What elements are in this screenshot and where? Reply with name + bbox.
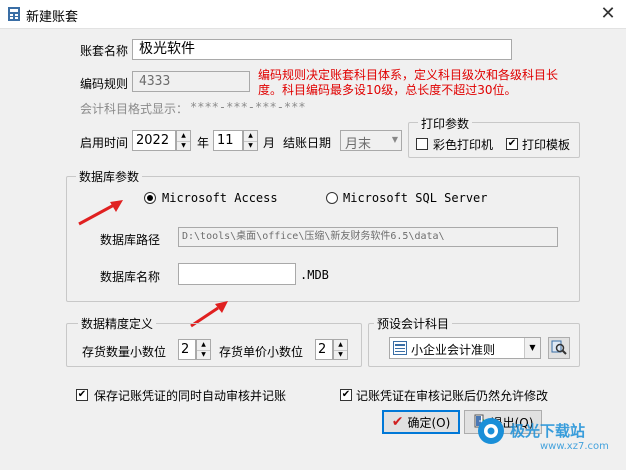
- print-params-title: 打印参数: [418, 115, 473, 132]
- db-name-input[interactable]: [178, 263, 296, 285]
- auto-audit-checkbox[interactable]: ✔: [76, 389, 88, 401]
- closing-date-label: 结账日期: [283, 136, 332, 150]
- watermark-brand: 极光下载站: [510, 422, 586, 440]
- qty-decimal-input[interactable]: 2: [178, 339, 196, 360]
- list-icon: [393, 341, 407, 355]
- price-decimal-spinner[interactable]: ▲ ▼: [333, 339, 348, 360]
- sql-server-label: Microsoft SQL Server: [343, 191, 488, 205]
- db-path-input[interactable]: D:\tools\桌面\office\压缩\新友财务软件6.5\data\: [178, 227, 558, 247]
- spin-down-icon[interactable]: ▼: [197, 350, 210, 360]
- access-label: Microsoft Access: [162, 191, 278, 205]
- chevron-down-icon[interactable]: ▼: [524, 338, 540, 358]
- start-time-label: 启用时间: [80, 136, 129, 150]
- year-unit: 年: [197, 136, 210, 150]
- app-icon: [6, 6, 22, 22]
- access-radio[interactable]: [144, 192, 156, 204]
- db-name-label: 数据库名称: [100, 270, 161, 284]
- browse-subjects-button[interactable]: [548, 337, 570, 359]
- checkmark-icon: ✔: [391, 414, 404, 430]
- allow-modify-label: 记账凭证在审核记账后仍然允许修改: [356, 389, 549, 403]
- print-template-checkbox[interactable]: ✔: [506, 138, 518, 150]
- coding-rule-label: 编码规则: [80, 77, 129, 91]
- price-decimal-label: 存货单价小数位: [219, 345, 304, 359]
- format-value: ****-***-***-***: [190, 100, 306, 114]
- coding-rule-input[interactable]: 4333: [132, 71, 250, 92]
- magnifier-icon: [551, 339, 567, 358]
- account-name-input[interactable]: 极光软件: [132, 39, 512, 60]
- color-printer-checkbox[interactable]: [416, 138, 428, 150]
- year-spinner[interactable]: ▲ ▼: [176, 130, 191, 151]
- red-arrow-icon: [76, 198, 126, 231]
- closing-date-select[interactable]: 月末 ▼: [340, 130, 402, 152]
- db-path-label: 数据库路径: [100, 233, 161, 247]
- db-extension: .MDB: [300, 268, 329, 282]
- ok-button[interactable]: ✔ 确定(O): [382, 410, 460, 434]
- precision-title: 数据精度定义: [78, 315, 157, 332]
- preset-subjects-value: 小企业会计准则: [411, 343, 496, 357]
- format-label: 会计科目格式显示：: [80, 102, 189, 116]
- spin-down-icon[interactable]: ▼: [334, 350, 347, 360]
- month-input[interactable]: 11: [213, 130, 243, 151]
- chevron-down-icon[interactable]: ▼: [392, 135, 398, 144]
- print-template-label: 打印模板: [522, 138, 571, 152]
- month-unit: 月: [263, 136, 276, 150]
- preset-subjects-select[interactable]: 小企业会计准则 ▼: [389, 337, 541, 359]
- qty-decimal-label: 存货数量小数位: [82, 345, 167, 359]
- window-title: 新建账套: [26, 10, 79, 25]
- spin-down-icon[interactable]: ▼: [177, 141, 190, 151]
- price-decimal-input[interactable]: 2: [315, 339, 333, 360]
- spin-down-icon[interactable]: ▼: [244, 141, 257, 151]
- database-title: 数据库参数: [76, 168, 143, 185]
- allow-modify-checkbox[interactable]: ✔: [340, 389, 352, 401]
- sql-server-radio[interactable]: [326, 192, 338, 204]
- auto-audit-label: 保存记账凭证的同时自动审核并记账: [94, 389, 287, 403]
- month-spinner[interactable]: ▲ ▼: [243, 130, 258, 151]
- year-input[interactable]: 2022: [132, 130, 176, 151]
- close-icon[interactable]: ✕: [596, 2, 620, 26]
- color-printer-label: 彩色打印机: [433, 138, 494, 152]
- coding-rule-note: 编码规则决定账套科目体系，定义科目级次和各级科目长度。科目编码最多设10级，总长…: [258, 68, 559, 97]
- title-bar: 新建账套 ✕: [0, 0, 626, 28]
- account-name-label: 账套名称: [80, 44, 129, 58]
- watermark-url: www.xz7.com: [540, 441, 609, 452]
- ok-button-label: 确定(O): [407, 415, 451, 430]
- closing-date-value: 月末: [345, 137, 372, 152]
- watermark-logo-icon: [476, 416, 506, 446]
- qty-decimal-spinner[interactable]: ▲ ▼: [196, 339, 211, 360]
- preset-subjects-title: 预设会计科目: [374, 315, 453, 332]
